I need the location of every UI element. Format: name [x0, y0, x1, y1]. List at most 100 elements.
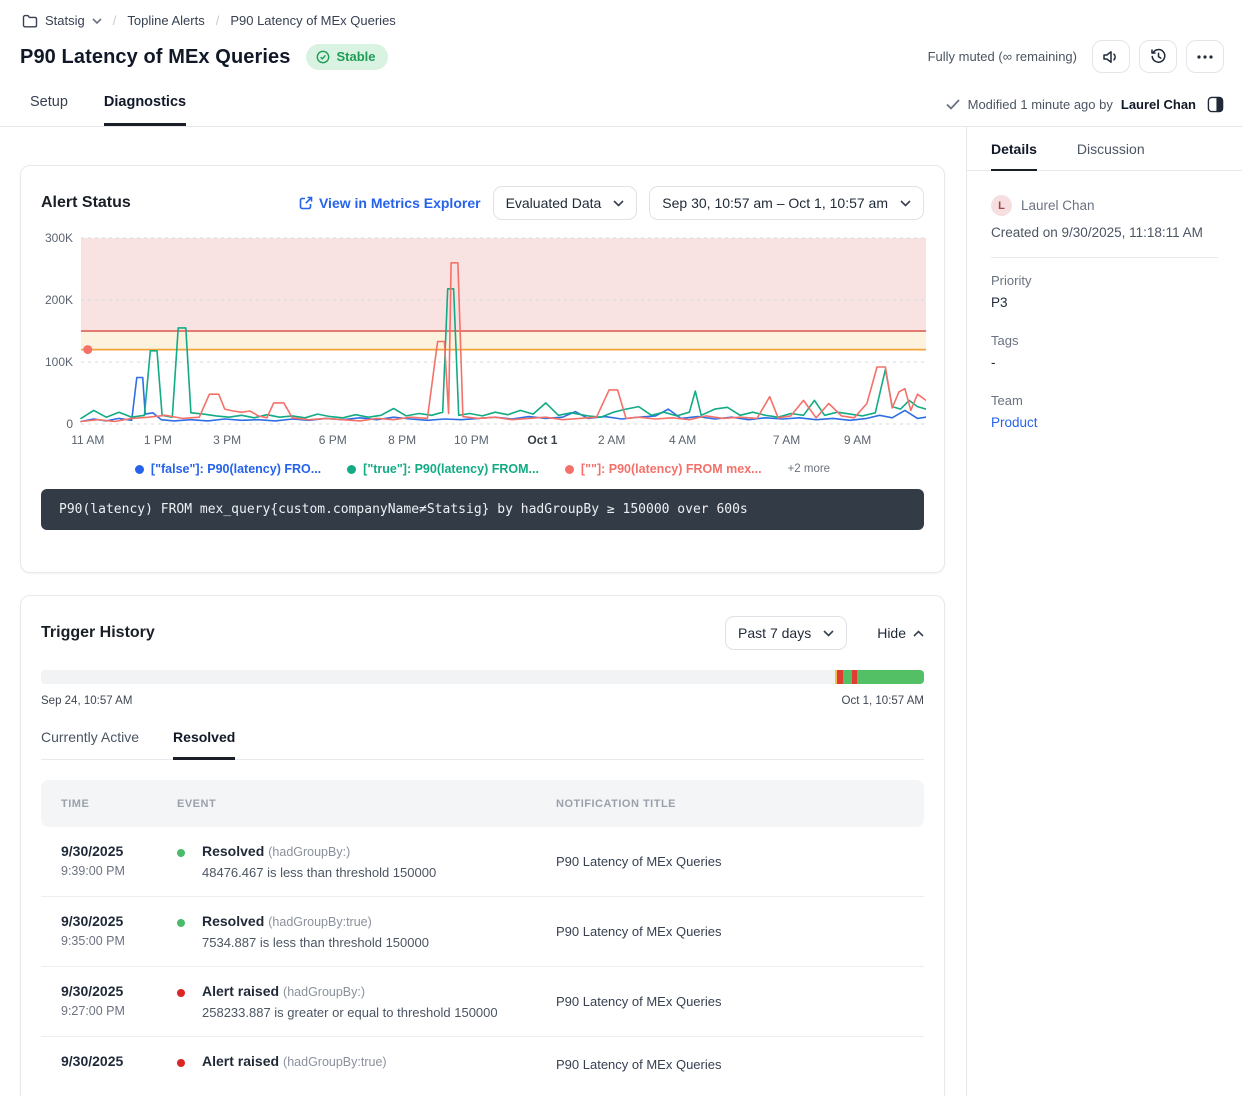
- event-name: Resolved: [202, 913, 264, 929]
- tab-details[interactable]: Details: [991, 141, 1037, 171]
- svg-text:200K: 200K: [45, 293, 73, 307]
- event-name: Resolved: [202, 843, 264, 859]
- timeline-start-label: Sep 24, 10:57 AM: [41, 695, 132, 707]
- history-button[interactable]: [1139, 40, 1177, 73]
- muted-status-text: Fully muted (∞ remaining): [928, 49, 1077, 64]
- created-on-text: Created on 9/30/2025, 11:18:11 AM: [991, 225, 1218, 240]
- team-link[interactable]: Product: [991, 415, 1218, 430]
- tab-discussion[interactable]: Discussion: [1077, 141, 1145, 171]
- chevron-down-icon: [823, 630, 834, 637]
- check-icon: [946, 99, 960, 110]
- event-status-dot: [177, 1059, 185, 1067]
- svg-text:9 AM: 9 AM: [844, 433, 871, 447]
- timeline-segment: [843, 670, 852, 684]
- timeline-segment: [857, 670, 924, 684]
- divider: [991, 257, 1218, 258]
- modified-by: Laurel Chan: [1121, 97, 1196, 112]
- legend-item-empty[interactable]: [""]: P90(latency) FROM mex...: [565, 462, 762, 476]
- table-row[interactable]: 9/30/20259:27:00 PM Alert raised(hadGrou…: [41, 967, 924, 1037]
- event-description: 7534.887 is less than threshold 150000: [202, 935, 429, 950]
- modified-info: Modified 1 minute ago by Laurel Chan: [946, 93, 1226, 115]
- chevron-down-icon: [92, 18, 102, 24]
- breadcrumb-item-topline-alerts[interactable]: Topline Alerts: [127, 13, 204, 28]
- evaluated-data-select[interactable]: Evaluated Data: [493, 186, 638, 220]
- sidebar-tabs: Details Discussion: [967, 127, 1242, 171]
- field-team: Team Product: [991, 393, 1218, 430]
- col-event: EVENT: [177, 798, 556, 810]
- panel-toggle-icon: [1207, 96, 1224, 113]
- chevron-down-icon: [900, 200, 911, 207]
- main-tabs: Setup Diagnostics: [30, 94, 186, 126]
- status-badge-label: Stable: [336, 49, 375, 64]
- app-window: Statsig / Topline Alerts / P90 Latency o…: [0, 0, 1242, 1096]
- svg-text:2 AM: 2 AM: [598, 433, 625, 447]
- view-in-metrics-explorer-link[interactable]: View in Metrics Explorer: [299, 195, 481, 211]
- breadcrumb-separator: /: [213, 13, 223, 28]
- timeline-segment: [41, 670, 835, 684]
- alert-status-chart[interactable]: 0100K200K300K11 AM1 PM3 PM6 PM8 PM10 PMO…: [41, 230, 926, 458]
- timeline-end-label: Oct 1, 10:57 AM: [842, 695, 924, 707]
- svg-text:0: 0: [66, 417, 73, 431]
- folder-icon: [22, 14, 38, 28]
- notification-title: P90 Latency of MEx Queries: [556, 854, 904, 869]
- svg-text:3 PM: 3 PM: [213, 433, 241, 447]
- legend-dot-blue: [135, 465, 144, 474]
- avatar: L: [991, 195, 1012, 216]
- date-range-select[interactable]: Sep 30, 10:57 am – Oct 1, 10:57 am: [649, 186, 924, 220]
- tab-currently-active[interactable]: Currently Active: [41, 729, 139, 760]
- alert-status-card: Alert Status View in Metrics Explorer Ev…: [20, 165, 945, 573]
- trigger-tabs: Currently Active Resolved: [41, 729, 924, 760]
- svg-text:4 AM: 4 AM: [669, 433, 696, 447]
- time-range-select[interactable]: Past 7 days: [725, 616, 847, 650]
- svg-text:6 PM: 6 PM: [319, 433, 347, 447]
- legend-item-false[interactable]: ["false"]: P90(latency) FRO...: [135, 462, 321, 476]
- col-notification-title: NOTIFICATION TITLE: [556, 798, 904, 810]
- table-row[interactable]: 9/30/2025 Alert raised(hadGroupBy:true) …: [41, 1037, 924, 1091]
- breadcrumb-separator: /: [110, 13, 120, 28]
- event-time: 9:39:00 PM: [61, 864, 177, 878]
- tab-diagnostics[interactable]: Diagnostics: [104, 94, 186, 126]
- field-label: Tags: [991, 333, 1218, 348]
- event-status-dot: [177, 849, 185, 857]
- history-clock-icon: [1150, 48, 1167, 65]
- modified-text: Modified 1 minute ago by: [968, 97, 1113, 112]
- hide-toggle[interactable]: Hide: [877, 625, 924, 641]
- more-options-button[interactable]: [1186, 40, 1224, 73]
- event-time: 9:35:00 PM: [61, 934, 177, 948]
- trigger-timeline-bar[interactable]: [41, 670, 924, 684]
- page-title: P90 Latency of MEx Queries: [20, 46, 290, 69]
- event-date: 9/30/2025: [61, 913, 177, 929]
- query-code-block: P90(latency) FROM mex_query{custom.compa…: [41, 489, 924, 530]
- mute-button[interactable]: [1092, 40, 1130, 73]
- header: Statsig / Topline Alerts / P90 Latency o…: [0, 0, 1242, 127]
- field-value: -: [991, 355, 1218, 370]
- field-priority: Priority P3: [991, 273, 1218, 310]
- breadcrumb-project[interactable]: Statsig: [22, 13, 102, 28]
- table-row[interactable]: 9/30/20259:35:00 PM Resolved(hadGroupBy:…: [41, 897, 924, 967]
- svg-text:8 PM: 8 PM: [388, 433, 416, 447]
- tab-setup[interactable]: Setup: [30, 94, 68, 126]
- col-time: TIME: [61, 798, 177, 810]
- breadcrumb: Statsig / Topline Alerts / P90 Latency o…: [22, 13, 396, 28]
- creator-name[interactable]: Laurel Chan: [1021, 198, 1095, 213]
- tab-resolved[interactable]: Resolved: [173, 729, 235, 760]
- table-row[interactable]: 9/30/20259:39:00 PM Resolved(hadGroupBy:…: [41, 827, 924, 897]
- side-panel-toggle-button[interactable]: [1204, 93, 1226, 115]
- legend-more[interactable]: +2 more: [788, 463, 831, 475]
- field-label: Priority: [991, 273, 1218, 288]
- main-content: Alert Status View in Metrics Explorer Ev…: [0, 127, 966, 1096]
- chevron-up-icon: [913, 630, 924, 637]
- svg-text:300K: 300K: [45, 231, 73, 245]
- svg-text:10 PM: 10 PM: [454, 433, 489, 447]
- event-detail: (hadGroupBy:true): [283, 1055, 387, 1069]
- event-detail: (hadGroupBy:): [283, 985, 365, 999]
- breadcrumb-item-current[interactable]: P90 Latency of MEx Queries: [230, 13, 395, 28]
- status-badge: Stable: [306, 44, 387, 70]
- trigger-history-title: Trigger History: [41, 624, 155, 642]
- ellipsis-icon: [1197, 55, 1213, 59]
- notification-title: P90 Latency of MEx Queries: [556, 1057, 904, 1072]
- legend-item-true[interactable]: ["true"]: P90(latency) FROM...: [347, 462, 539, 476]
- breadcrumb-root-label: Statsig: [45, 13, 85, 28]
- table-header: TIME EVENT NOTIFICATION TITLE: [41, 780, 924, 827]
- event-name: Alert raised: [202, 983, 279, 999]
